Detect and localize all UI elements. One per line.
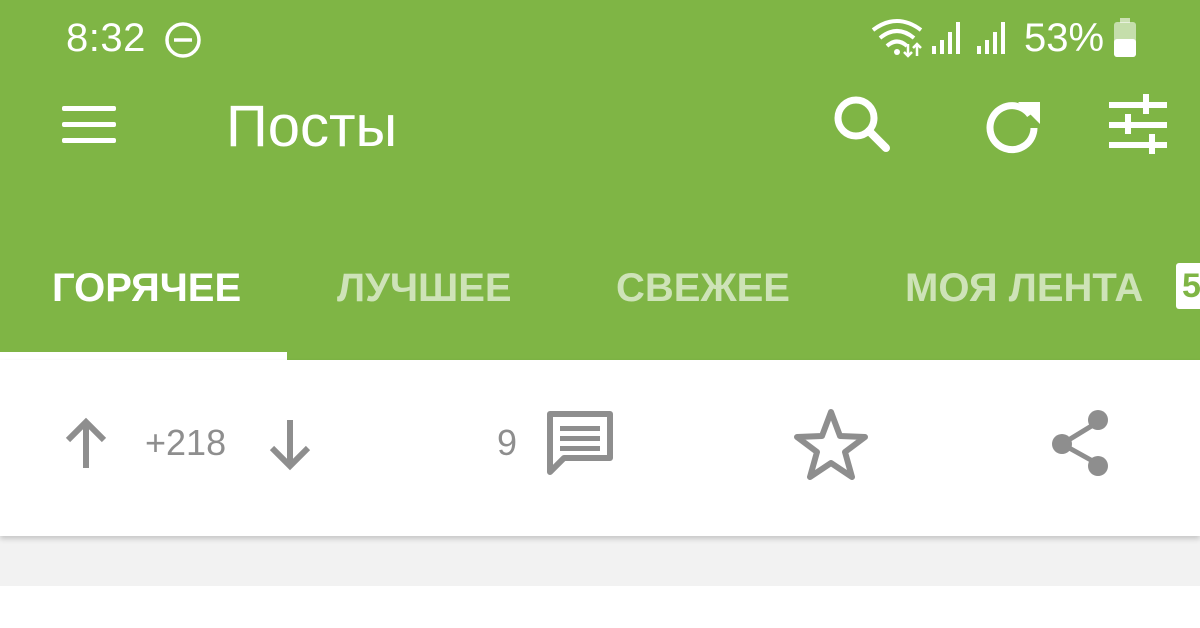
active-tab-indicator [0,352,287,360]
page-title: Посты [226,94,398,159]
comment-count: 9 [497,422,518,463]
comment-icon[interactable] [544,406,618,482]
my-feed-badge: 5 [1176,263,1200,309]
wifi-icon [871,19,923,58]
menu-icon[interactable] [62,104,118,146]
upvote-icon[interactable] [56,406,116,482]
tab-my-feed[interactable]: МОЯ ЛЕНТА [905,264,1143,312]
tab-best[interactable]: ЛУЧШЕЕ [337,264,512,312]
app-header: 8:32 53% Посты ГОРЯЧЕЕ ЛУЧШЕЕ СВЕЖЕЕ МОЯ… [0,0,1200,360]
share-icon[interactable] [1046,406,1120,482]
signal-icon [932,22,960,54]
do-not-disturb-icon [165,22,201,58]
refresh-icon[interactable] [978,90,1048,160]
next-post-card [0,586,1200,628]
battery-percent: 53% [1024,16,1105,60]
tab-fresh[interactable]: СВЕЖЕЕ [616,264,790,312]
battery-icon [1114,18,1136,57]
downvote-icon[interactable] [260,406,320,482]
star-icon[interactable] [794,406,868,482]
post-score: +218 [145,422,227,463]
search-icon[interactable] [826,90,896,160]
tab-hot[interactable]: ГОРЯЧЕЕ [52,264,241,312]
signal-icon [977,22,1005,54]
filter-icon[interactable] [1103,90,1173,160]
post-actions-card: +218 9 [0,360,1200,536]
tab-bar: ГОРЯЧЕЕ ЛУЧШЕЕ СВЕЖЕЕ МОЯ ЛЕНТА 5 [0,250,1200,360]
status-time: 8:32 [66,16,146,60]
